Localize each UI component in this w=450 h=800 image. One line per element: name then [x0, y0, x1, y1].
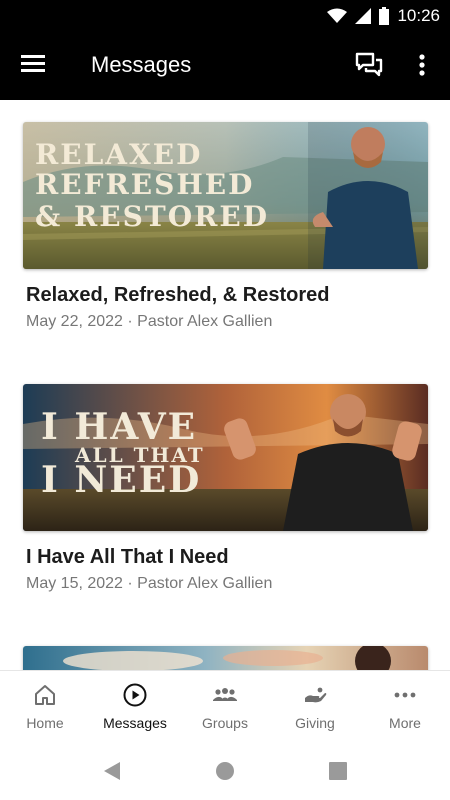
svg-text:REFRESHED: REFRESHED [35, 168, 254, 201]
status-bar: 10:26 [0, 0, 450, 32]
home-icon [35, 685, 55, 705]
svg-text:I NEED: I NEED [41, 459, 201, 501]
message-subtitle: May 22, 2022 · Pastor Alex Gallien [26, 313, 273, 330]
message-thumbnail: I HAVE ALL THAT I NEED [23, 384, 428, 531]
nav-home[interactable]: Home [0, 671, 90, 741]
signal-icon [355, 8, 372, 24]
system-home-button[interactable] [214, 760, 236, 782]
status-icons: 10:26 [327, 5, 440, 27]
status-time: 10:26 [397, 6, 440, 25]
message-card[interactable]: I HAVE ALL THAT I NEED I Have All That I… [23, 384, 428, 593]
nav-messages[interactable]: Messages [90, 671, 180, 741]
message-card[interactable]: RELAXED REFRESHED & RESTORED Relaxed, Re… [23, 122, 428, 331]
svg-text:RELAXED: RELAXED [35, 138, 202, 171]
wifi-icon [327, 8, 348, 23]
menu-button[interactable] [20, 52, 50, 80]
nav-home-label: Home [26, 715, 64, 731]
message-thumbnail: RELAXED REFRESHED & RESTORED [23, 122, 428, 269]
system-recents-button[interactable] [327, 760, 349, 782]
bottom-nav: Home Messages Groups Giving More [0, 670, 450, 740]
menu-icon [21, 55, 45, 72]
message-title: Relaxed, Refreshed, & Restored [26, 284, 330, 306]
home-circle-icon [216, 762, 234, 780]
nav-more-label: More [389, 715, 421, 731]
system-nav-bar [0, 740, 450, 800]
svg-text:& RESTORED: & RESTORED [35, 200, 269, 233]
play-circle-icon [123, 683, 147, 707]
giving-icon [305, 687, 327, 703]
messages-list[interactable]: RELAXED REFRESHED & RESTORED Relaxed, Re… [0, 100, 450, 670]
chat-button[interactable] [354, 50, 386, 82]
overflow-menu-button[interactable] [410, 50, 434, 82]
nav-giving-label: Giving [295, 715, 335, 731]
nav-groups-label: Groups [202, 715, 248, 731]
page-title: Messages [91, 52, 192, 77]
back-icon [104, 762, 120, 780]
more-vert-icon [419, 54, 425, 76]
nav-messages-label: Messages [103, 715, 167, 731]
message-thumbnail [23, 646, 428, 670]
nav-more[interactable]: More [360, 671, 450, 741]
nav-giving[interactable]: Giving [270, 671, 360, 741]
more-horiz-icon [394, 692, 416, 698]
svg-text:I HAVE: I HAVE [41, 406, 197, 448]
message-subtitle: May 15, 2022 · Pastor Alex Gallien [26, 575, 273, 592]
chat-icon [355, 52, 383, 77]
message-card[interactable] [23, 646, 428, 670]
recents-icon [329, 762, 347, 780]
system-back-button[interactable] [101, 760, 123, 782]
nav-groups[interactable]: Groups [180, 671, 270, 741]
groups-icon [213, 688, 237, 701]
message-title: I Have All That I Need [26, 546, 229, 568]
battery-icon [379, 7, 390, 25]
app-bar: Messages [0, 32, 450, 100]
